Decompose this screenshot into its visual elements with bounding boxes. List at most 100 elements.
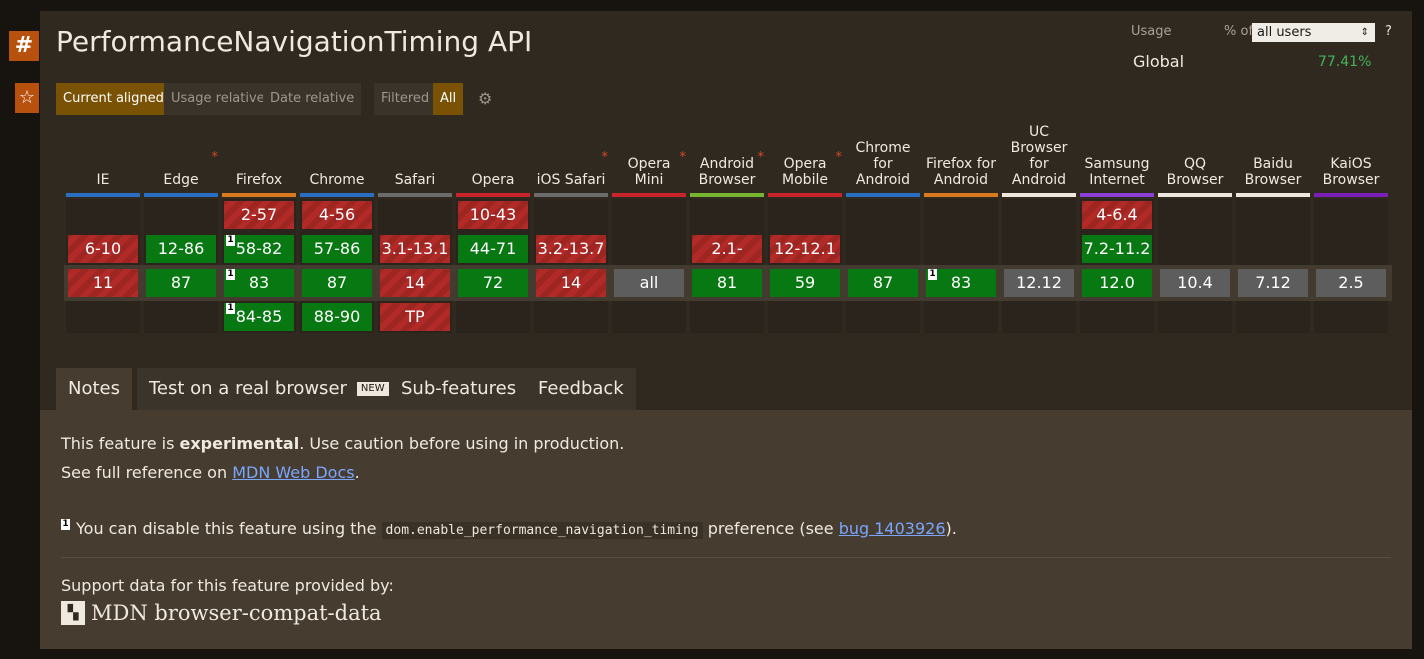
help-link[interactable]: ?: [1385, 24, 1392, 39]
support-cell[interactable]: 81: [692, 269, 762, 297]
support-cell[interactable]: 3.1-13.1: [380, 235, 450, 263]
mdn-bcd-link[interactable]: ▚ MDN browser-compat-data: [61, 601, 382, 625]
support-cell[interactable]: 3.2-13.7: [536, 235, 606, 263]
new-badge: NEW: [356, 382, 389, 396]
support-cell[interactable]: 14: [380, 269, 450, 297]
version-range: 2.5: [1338, 273, 1364, 292]
version-range: 4-6.4: [1096, 205, 1138, 224]
support-cell[interactable]: TP: [380, 303, 450, 331]
support-cell[interactable]: 87: [146, 269, 216, 297]
tab-notes[interactable]: Notes: [56, 368, 132, 410]
version-range: 6-10: [84, 239, 122, 258]
global-usage-value: 77.41%: [1318, 54, 1372, 70]
support-cell[interactable]: 6-10: [68, 235, 138, 263]
support-cell[interactable]: 87: [848, 269, 918, 297]
support-cell[interactable]: 1 83: [926, 269, 996, 297]
note-text: You can disable this feature using the: [76, 519, 382, 538]
version-range: 3.2-13.7: [537, 239, 605, 258]
browser-header: Edge *: [144, 121, 218, 197]
version-range: 57-86: [313, 239, 361, 258]
support-cell[interactable]: all: [614, 269, 684, 297]
tab-sub-features-label: Sub-features: [401, 378, 517, 399]
note-text: .: [354, 463, 360, 482]
browser-name: Samsung Internet: [1084, 156, 1150, 188]
browser-header: Baidu Browser: [1236, 121, 1310, 197]
mdn-web-docs-link[interactable]: MDN Web Docs: [232, 463, 354, 482]
tab-notes-label: Notes: [68, 378, 120, 399]
note-marker: 1: [226, 269, 235, 280]
support-cell[interactable]: 2.1-4.4.4: [692, 235, 762, 286]
support-cell[interactable]: 4-56: [302, 201, 372, 229]
support-cell[interactable]: 10.4: [1160, 269, 1230, 297]
reference-note: See full reference on MDN Web Docs.: [61, 463, 360, 482]
version-range: 87: [872, 273, 894, 292]
footnote-marker: 1: [61, 519, 70, 530]
browser-color-bar: [1236, 193, 1310, 197]
support-cell[interactable]: 12.0: [1082, 269, 1152, 297]
experimental-note: This feature is experimental. Use cautio…: [61, 434, 624, 453]
support-cell[interactable]: 7.2-11.2: [1082, 235, 1152, 263]
version-range: 12.12: [1016, 273, 1062, 292]
version-range: 87: [326, 273, 348, 292]
support-cell[interactable]: 72: [458, 269, 528, 297]
browser-header: IE: [66, 121, 140, 197]
browser-name: KaiOS Browser: [1322, 156, 1380, 188]
support-cell[interactable]: 12-86: [146, 235, 216, 263]
support-cell[interactable]: 1 83: [224, 269, 294, 297]
support-cell[interactable]: 11: [68, 269, 138, 297]
partial-support-asterisk: *: [679, 150, 687, 165]
version-range: 14: [560, 273, 582, 292]
browser-color-bar: [924, 193, 998, 197]
browser-header: Chrome for Android: [846, 121, 920, 197]
note-marker: 1: [226, 303, 235, 314]
bug-link[interactable]: bug 1403926: [839, 519, 946, 538]
star-icon[interactable]: ☆: [15, 83, 39, 113]
tab-test-real-browser[interactable]: Test on a real browser NEW: [137, 368, 401, 410]
support-cell[interactable]: 12-12.1: [770, 235, 840, 263]
browser-color-bar: [456, 193, 530, 197]
gear-icon[interactable]: ⚙: [478, 89, 492, 108]
version-range: 87: [170, 273, 192, 292]
browser-header: Firefox for Android: [924, 121, 998, 197]
support-cell[interactable]: 2-57: [224, 201, 294, 229]
partial-support-asterisk: *: [757, 150, 765, 165]
tab-sub-features[interactable]: Sub-features: [389, 368, 529, 410]
browser-color-bar: [378, 193, 452, 197]
note-text: ).: [945, 519, 957, 538]
browser-color-bar: [846, 193, 920, 197]
date-relative-toggle[interactable]: Date relative: [263, 83, 362, 115]
all-toggle[interactable]: All: [433, 83, 464, 115]
support-cell[interactable]: 88-90: [302, 303, 372, 331]
anchor-link-button[interactable]: #: [9, 31, 39, 61]
browser-name: QQ Browser: [1166, 156, 1224, 188]
support-cell[interactable]: 2.5: [1316, 269, 1386, 297]
support-cell[interactable]: 4-6.4: [1082, 201, 1152, 229]
support-cell[interactable]: 1 58-82: [224, 235, 294, 263]
browser-name: Opera Mobile: [782, 156, 828, 188]
browser-name: Android Browser: [698, 156, 756, 188]
percent-of-label: % of: [1224, 24, 1254, 39]
usage-label: Usage: [1131, 24, 1172, 39]
support-cell[interactable]: 59: [770, 269, 840, 297]
support-cell[interactable]: 87: [302, 269, 372, 297]
support-cell[interactable]: 14: [536, 269, 606, 297]
version-range: 11: [92, 273, 114, 292]
footnote-1: 1 You can disable this feature using the …: [61, 519, 957, 539]
browser-header: Safari: [378, 121, 452, 197]
version-range: 7.12: [1255, 273, 1291, 292]
support-cell[interactable]: 7.12: [1238, 269, 1308, 297]
support-cell[interactable]: 12.12: [1004, 269, 1074, 297]
support-cell[interactable]: 44-71: [458, 235, 528, 263]
users-select[interactable]: all users ⇕: [1252, 23, 1375, 42]
partial-support-asterisk: *: [601, 150, 609, 165]
browser-color-bar: [768, 193, 842, 197]
browser-color-bar: [66, 193, 140, 197]
current-aligned-toggle[interactable]: Current aligned: [56, 83, 171, 115]
support-cell[interactable]: 10-43: [458, 201, 528, 229]
mdn-logo-icon: ▚: [61, 601, 85, 625]
support-cell[interactable]: 1 84-85: [224, 303, 294, 331]
tab-feedback[interactable]: Feedback: [526, 368, 636, 410]
usage-relative-toggle[interactable]: Usage relative: [164, 83, 272, 115]
support-cell[interactable]: 57-86: [302, 235, 372, 263]
filtered-toggle[interactable]: Filtered: [374, 83, 437, 115]
